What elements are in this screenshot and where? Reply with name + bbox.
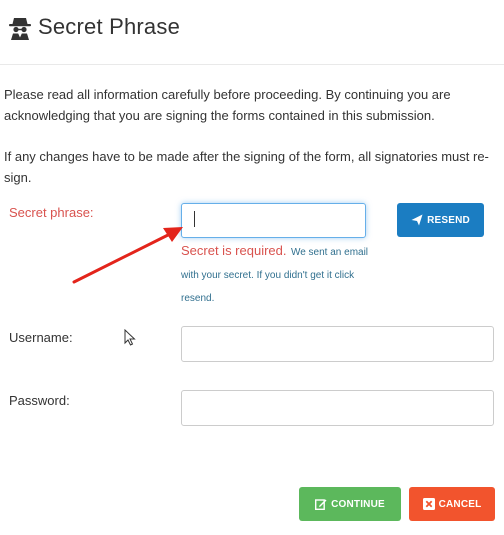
secret-phrase-input[interactable] — [181, 203, 366, 238]
secret-help-block: Secret is required. We sent an email wit… — [181, 240, 381, 309]
resend-button[interactable]: RESEND — [397, 203, 484, 237]
page-header: Secret Phrase — [8, 14, 180, 40]
password-label: Password: — [9, 393, 70, 408]
secret-required-error: Secret is required. — [181, 243, 287, 258]
mouse-pointer-icon — [124, 329, 136, 346]
edit-icon — [315, 499, 327, 510]
cancel-button[interactable]: CANCEL — [409, 487, 495, 521]
password-input[interactable] — [181, 390, 494, 426]
intro-paragraph: Please read all information carefully be… — [4, 87, 451, 123]
close-box-icon — [422, 498, 435, 510]
username-label: Username: — [9, 330, 73, 345]
continue-button[interactable]: CONTINUE — [299, 487, 401, 521]
username-input[interactable] — [181, 326, 494, 362]
resend-button-label: RESEND — [427, 214, 470, 226]
header-divider — [0, 64, 504, 65]
page-title: Secret Phrase — [38, 14, 181, 39]
send-icon — [411, 214, 423, 226]
cancel-button-label: CANCEL — [438, 498, 482, 510]
incognito-spy-icon — [9, 18, 31, 40]
secret-phrase-label: Secret phrase: — [9, 205, 94, 220]
continue-button-label: CONTINUE — [331, 498, 385, 510]
resign-paragraph: If any changes have to be made after the… — [4, 149, 489, 185]
text-caret — [194, 211, 195, 227]
